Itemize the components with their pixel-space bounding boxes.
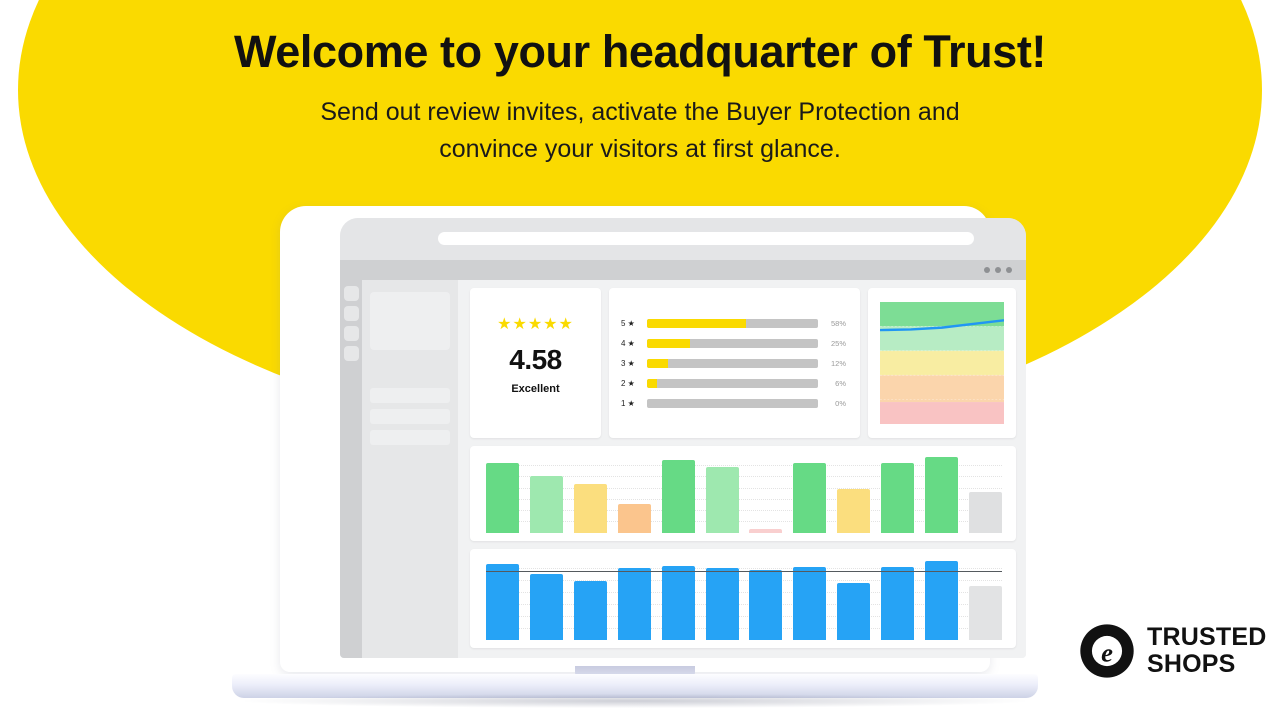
laptop-screen: ★★★★★ 4.58 Excellent 5 ★ 58% 4 ★ 25% 3 ★…: [340, 218, 1026, 658]
trusted-shops-logo: e TRUSTED SHOPS: [1078, 622, 1266, 680]
star-rating-icon: ★★★★★: [497, 316, 574, 333]
rating-breakdown-row: 2 ★ 6%: [621, 378, 846, 388]
browser-toolbar: [340, 260, 1026, 280]
bar: [705, 467, 739, 533]
rating-row-percent: 25%: [830, 338, 846, 348]
bar: [661, 565, 695, 640]
rating-row-label: 2 ★: [621, 378, 635, 388]
volume-bar-chart-card: [470, 548, 1016, 648]
bar: [749, 528, 783, 533]
sidebar-item-1[interactable]: [370, 388, 450, 403]
rating-breakdown-row: 4 ★ 25%: [621, 338, 846, 348]
bar: [837, 583, 871, 640]
page-subtitle: Send out review invites, activate the Bu…: [0, 94, 1280, 168]
sidebar-header-placeholder: [370, 292, 450, 350]
rating-row-fill: [647, 378, 658, 388]
rating-breakdown-card: 5 ★ 58% 4 ★ 25% 3 ★ 12% 2 ★ 6% 1 ★ 0%: [609, 288, 860, 438]
bar: [486, 564, 519, 640]
svg-text:e: e: [1101, 637, 1113, 667]
url-input[interactable]: [438, 232, 974, 245]
rail-icon-2[interactable]: [343, 306, 359, 321]
bar: [617, 568, 651, 640]
bar: [968, 491, 1002, 533]
bar: [881, 463, 915, 533]
rating-summary-card: ★★★★★ 4.58 Excellent: [470, 288, 601, 438]
rating-label: Excellent: [511, 383, 560, 395]
bar-chart-plot: [486, 557, 1002, 640]
trend-area-chart-card: [868, 288, 1016, 438]
bar: [968, 585, 1002, 640]
bar: [881, 566, 915, 640]
app-sidebar: [362, 280, 458, 658]
rating-row-label: 1 ★: [621, 398, 635, 408]
bar: [486, 463, 519, 533]
bar: [837, 489, 871, 533]
bar: [793, 463, 827, 533]
rating-row-label: 4 ★: [621, 338, 635, 348]
app-icon-rail: [340, 280, 362, 658]
rating-breakdown-row: 5 ★ 58%: [621, 318, 846, 328]
rating-row-track: [647, 398, 818, 408]
rail-icon-3[interactable]: [343, 326, 359, 341]
rating-row-fill: [647, 338, 690, 348]
bar: [925, 457, 959, 533]
bar: [925, 560, 959, 640]
bar: [529, 476, 563, 533]
rating-row-fill: [647, 318, 747, 328]
laptop-lid: ★★★★★ 4.58 Excellent 5 ★ 58% 4 ★ 25% 3 ★…: [280, 206, 1026, 672]
logo-line-2: SHOPS: [1147, 650, 1236, 678]
bar: [617, 504, 651, 533]
laptop-mockup: ★★★★★ 4.58 Excellent 5 ★ 58% 4 ★ 25% 3 ★…: [232, 206, 1038, 708]
rating-breakdown-row: 1 ★ 0%: [621, 398, 846, 408]
bar: [573, 483, 607, 533]
trusted-shops-e-icon: e: [1080, 624, 1134, 678]
rating-row-fill: [647, 358, 668, 368]
bar: [705, 568, 739, 640]
bar-series: [486, 557, 1002, 640]
rating-row-label: 5 ★: [621, 318, 635, 328]
logo-line-1: TRUSTED: [1147, 623, 1267, 651]
laptop-shadow: [244, 694, 1026, 708]
rating-breakdown-row: 3 ★ 12%: [621, 358, 846, 368]
area-chart-svg: [880, 302, 1004, 424]
rail-icon-4[interactable]: [343, 346, 359, 361]
bar: [749, 569, 783, 640]
rating-row-percent: 58%: [830, 318, 846, 328]
sidebar-item-2[interactable]: [370, 409, 450, 424]
rating-row-percent: 12%: [830, 358, 846, 368]
rating-row-track: [647, 378, 818, 388]
dot: [995, 267, 1001, 273]
page-subtitle-line1: Send out review invites, activate the Bu…: [320, 97, 960, 126]
page-subtitle-line2: convince your visitors at first glance.: [439, 134, 841, 163]
rating-row-track: [647, 338, 818, 348]
bar: [573, 580, 607, 640]
rating-row-percent: 6%: [835, 378, 846, 388]
trusted-shops-wordmark: TRUSTED SHOPS: [1147, 625, 1266, 677]
bar: [529, 574, 563, 640]
dot: [984, 267, 990, 273]
sidebar-item-3[interactable]: [370, 430, 450, 445]
app-window: ★★★★★ 4.58 Excellent 5 ★ 58% 4 ★ 25% 3 ★…: [340, 280, 1026, 658]
bar-chart-plot: [486, 454, 1002, 533]
performance-bar-chart-card: [470, 446, 1016, 541]
average-line: [486, 570, 1002, 572]
rail-icon-1[interactable]: [343, 286, 359, 301]
page-root: Welcome to your headquarter of Trust! Se…: [0, 0, 1280, 720]
page-title: Welcome to your headquarter of Trust!: [234, 26, 1046, 77]
rating-row-track: [647, 358, 818, 368]
hero-text-block: Welcome to your headquarter of Trust! Se…: [0, 28, 1280, 168]
rating-row-percent: 0%: [835, 398, 846, 408]
rating-score: 4.58: [509, 344, 562, 375]
rating-row-label: 3 ★: [621, 358, 635, 368]
three-dots-icon[interactable]: [984, 267, 1012, 273]
sidebar-menu: [370, 388, 450, 445]
app-content: ★★★★★ 4.58 Excellent 5 ★ 58% 4 ★ 25% 3 ★…: [458, 280, 1026, 658]
rating-row-track: [647, 318, 818, 328]
bar-series: [486, 454, 1002, 533]
bar: [661, 459, 695, 533]
bar: [793, 566, 827, 640]
dashboard-top-row: ★★★★★ 4.58 Excellent 5 ★ 58% 4 ★ 25% 3 ★…: [470, 288, 1016, 438]
browser-chrome: [340, 218, 1026, 260]
dot: [1006, 267, 1012, 273]
